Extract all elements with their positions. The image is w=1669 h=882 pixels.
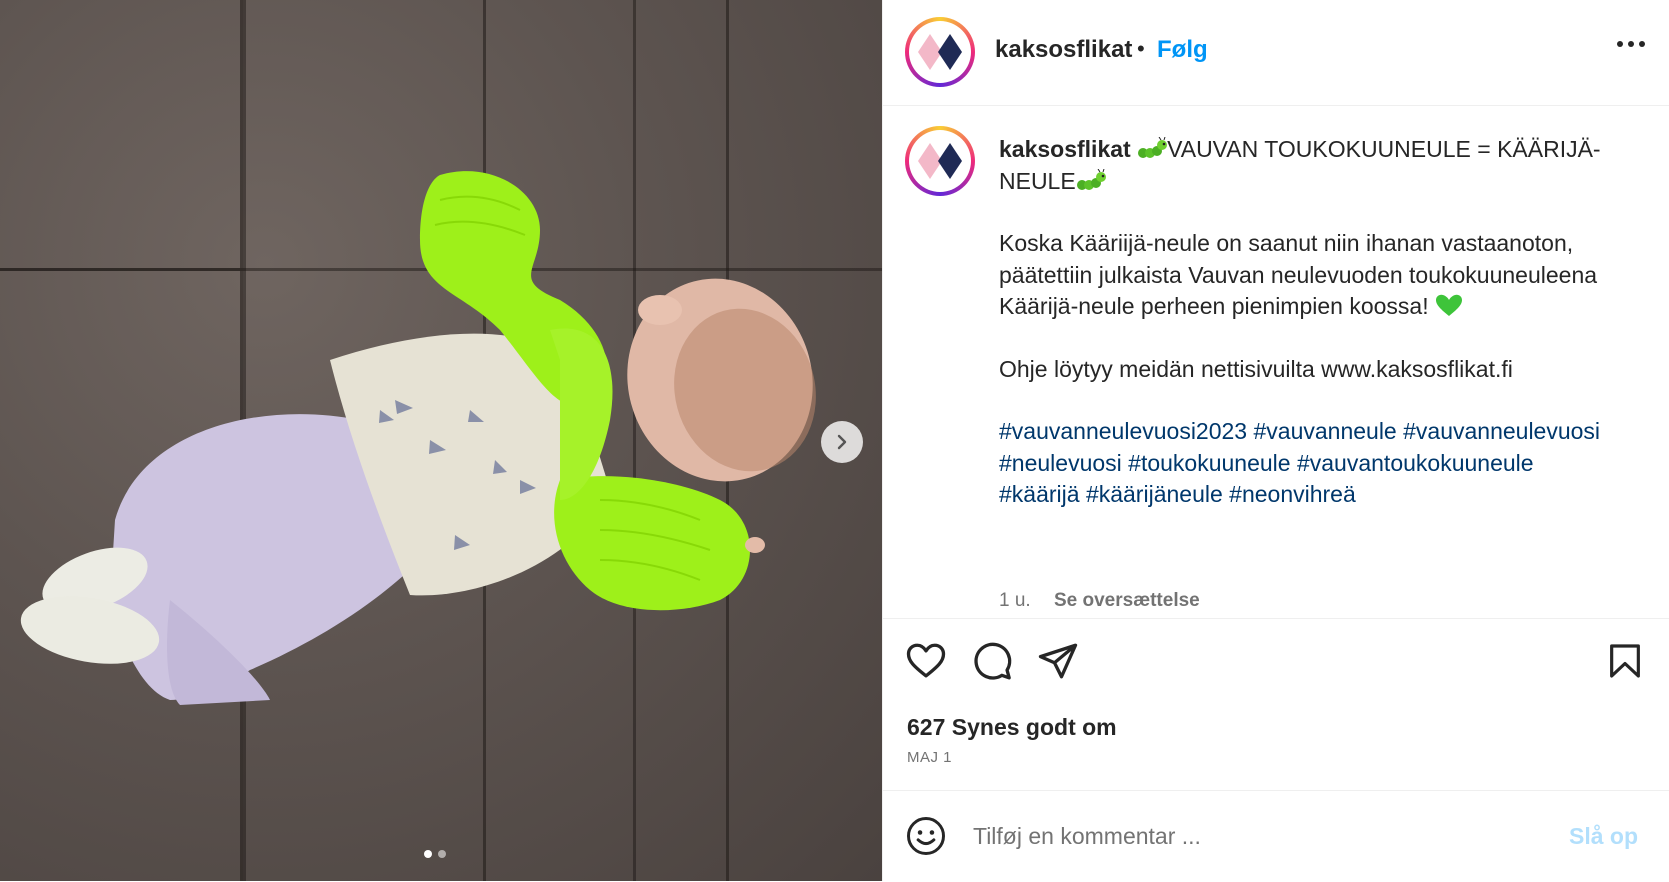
hashtag-link[interactable]: #käärijä <box>999 481 1080 507</box>
emoji-icon[interactable] <box>905 815 947 857</box>
caption-paragraph: Koska Kääriijä-neule on saanut niin ihan… <box>999 230 1598 319</box>
heart-icon[interactable] <box>905 640 947 682</box>
comment-icon[interactable] <box>971 640 1013 682</box>
comment-bar: Slå op <box>883 790 1669 882</box>
caption-username[interactable]: kaksosflikat <box>999 136 1131 162</box>
post-image <box>0 0 882 881</box>
send-icon[interactable] <box>1037 640 1079 682</box>
green-heart-icon <box>1436 294 1463 316</box>
more-options-icon[interactable] <box>1616 40 1646 48</box>
carousel-next-button[interactable] <box>821 421 863 463</box>
like-count[interactable]: 627 Synes godt om <box>907 714 1117 741</box>
follow-button[interactable]: Følg <box>1157 36 1208 64</box>
avatar-image <box>909 21 971 83</box>
post-date[interactable]: MAJ 1 <box>907 749 952 766</box>
brand-logo <box>918 143 962 179</box>
post-comment-button[interactable]: Slå op <box>1569 823 1638 850</box>
caption-paragraph: Ohje löytyy meidän nettisivuilta www.kak… <box>999 355 1513 382</box>
avatar-image <box>909 130 971 192</box>
username-link[interactable]: kaksosflikat <box>995 36 1132 64</box>
hashtag-link[interactable]: #vauvanneule <box>1253 418 1396 444</box>
caption-section: kaksosflikat VAUVAN TOUKOKUUNEULE = KÄÄR… <box>883 106 1669 619</box>
avatar[interactable] <box>905 126 975 196</box>
hashtag-link[interactable]: #vauvanneulevuosi2023 <box>999 418 1247 444</box>
caterpillar-emoji-icon <box>1138 137 1168 158</box>
post-panel: kaksosflikat • Følg kaksosflikat VAUVAN … <box>882 0 1669 881</box>
hashtag-list: #vauvanneulevuosi2023 #vauvanneule #vauv… <box>999 416 1619 511</box>
caption-meta: 1 u. Se oversættelse <box>999 590 1200 612</box>
time-ago[interactable]: 1 u. <box>999 590 1031 611</box>
separator-dot: • <box>1137 36 1145 61</box>
hashtag-link[interactable]: #käärijäneule <box>1086 481 1223 507</box>
hashtag-link[interactable]: #neulevuosi <box>999 450 1122 476</box>
translate-button[interactable]: Se oversættelse <box>1054 590 1200 611</box>
hashtag-link[interactable]: #vauvanneulevuosi <box>1403 418 1600 444</box>
hashtag-link[interactable]: #neonvihreä <box>1229 481 1356 507</box>
carousel-indicator <box>424 850 446 858</box>
post-header: kaksosflikat • Følg <box>883 0 1669 106</box>
brand-logo <box>918 34 962 70</box>
caterpillar-emoji-icon <box>1076 168 1106 190</box>
action-bar <box>883 640 1669 690</box>
baby-photo-illustration <box>20 171 816 705</box>
carousel-dot <box>424 850 432 858</box>
hashtag-link[interactable]: #vauvantoukokuuneule <box>1297 450 1534 476</box>
carousel-dot <box>438 850 446 858</box>
post-caption: kaksosflikat VAUVAN TOUKOKUUNEULE = KÄÄR… <box>999 134 1619 511</box>
comment-input[interactable] <box>971 817 1535 855</box>
hashtag-link[interactable]: #toukokuuneule <box>1128 450 1290 476</box>
bookmark-icon[interactable] <box>1605 640 1645 682</box>
avatar[interactable] <box>905 17 975 87</box>
chevron-right-icon <box>837 434 847 450</box>
